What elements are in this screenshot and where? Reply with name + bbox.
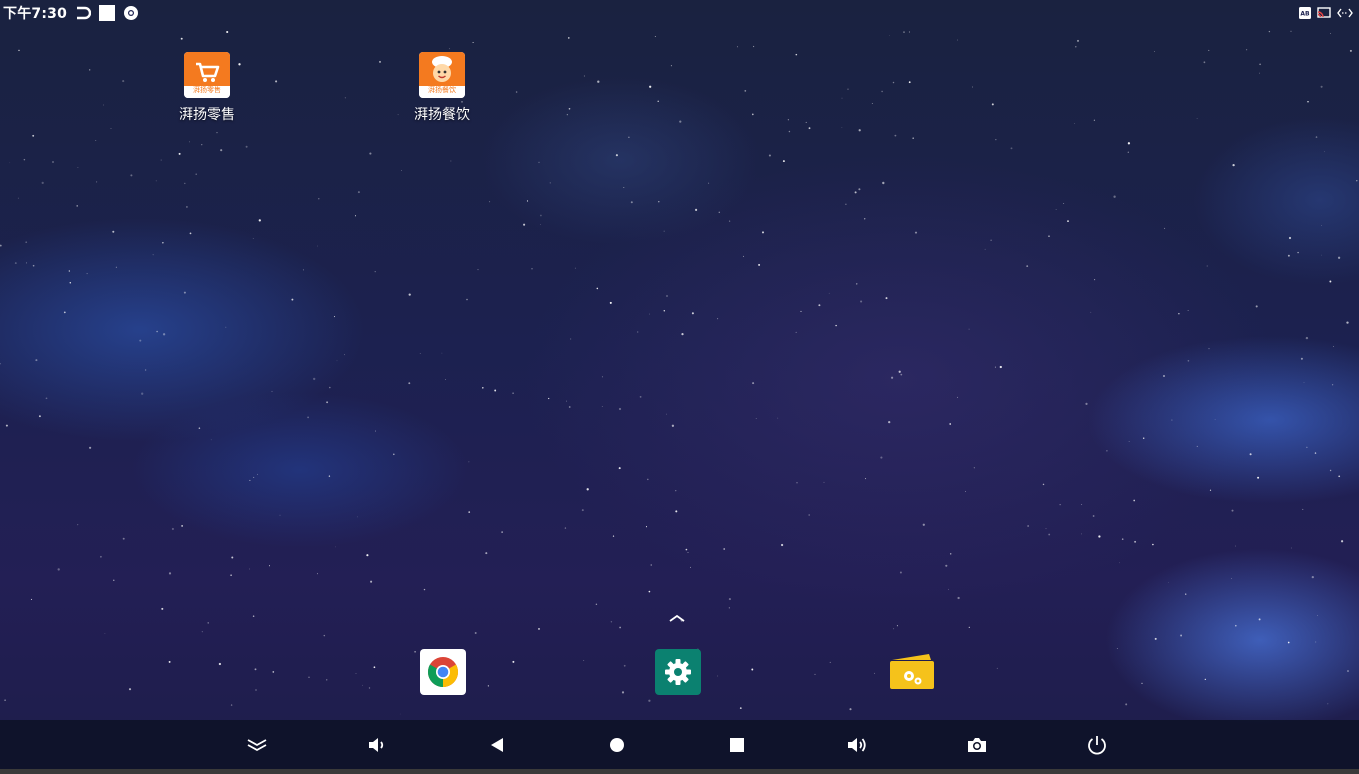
back-triangle-icon[interactable] [484, 732, 510, 758]
folder-gear-icon[interactable] [889, 649, 935, 695]
power-icon[interactable] [1084, 732, 1110, 758]
volume-up-icon[interactable] [844, 732, 870, 758]
home-circle-icon[interactable] [604, 732, 630, 758]
shortcut-label-retail: 湃扬零售 [179, 107, 235, 123]
catering-tile-text: 湃扬餐饮 [428, 86, 456, 94]
chef-app-icon[interactable]: 湃扬餐饮 [419, 52, 465, 98]
shortcut-catering[interactable]: 湃扬餐饮 湃扬餐饮 [392, 52, 492, 124]
status-bar: 下午7:30 AB [0, 0, 1359, 26]
network-transfer-icon [1337, 8, 1353, 18]
screen-bottom-edge [0, 769, 1359, 774]
recents-square-icon[interactable] [724, 732, 750, 758]
cast-icon[interactable] [1317, 7, 1331, 19]
svg-text:AB: AB [1300, 11, 1310, 18]
shortcut-retail[interactable]: 湃扬零售 湃扬零售 [157, 52, 257, 124]
chrome-icon[interactable] [420, 649, 466, 695]
retail-tile-text: 湃扬零售 [193, 86, 221, 94]
chrome-notification-icon [123, 5, 139, 21]
clock: 下午7:30 [3, 6, 68, 22]
navigation-bar [0, 720, 1359, 769]
shortcut-label-catering: 湃扬餐饮 [414, 107, 470, 123]
keyboard-badge-icon: AB [1299, 7, 1311, 19]
gear-icon[interactable] [655, 649, 701, 695]
chevron-up-icon[interactable] [664, 610, 690, 626]
camera-icon[interactable] [964, 732, 990, 758]
cart-app-icon[interactable]: 湃扬零售 [184, 52, 230, 98]
square-notification-icon [99, 5, 116, 21]
double-chevron-down-icon[interactable] [244, 732, 270, 758]
return-notification-icon [75, 6, 92, 20]
volume-down-icon[interactable] [364, 732, 390, 758]
